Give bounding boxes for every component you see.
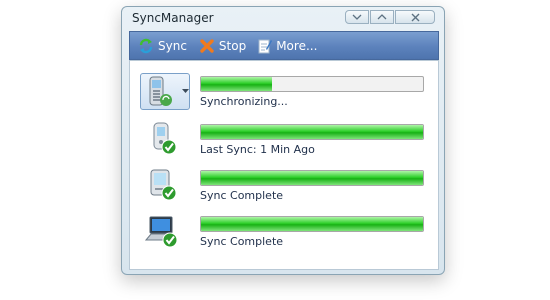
window-controls <box>344 10 435 24</box>
pda-check-icon <box>153 122 177 155</box>
chevron-up-icon <box>377 14 387 20</box>
device-row: Sync Complete <box>130 167 438 211</box>
laptop-check-icon <box>144 216 178 248</box>
device-dropdown-button[interactable] <box>140 73 190 110</box>
progress-fill <box>201 125 423 139</box>
device-row: Sync Complete <box>130 213 438 257</box>
close-button[interactable] <box>395 10 435 24</box>
progress-bar <box>200 76 424 92</box>
stop-button[interactable]: Stop <box>199 38 246 54</box>
title-bar[interactable]: SyncManager <box>122 7 444 29</box>
cellphone-sync-icon <box>149 76 172 106</box>
close-icon <box>411 13 419 21</box>
progress-bar <box>200 124 424 140</box>
window-title: SyncManager <box>132 11 214 25</box>
progress-bar <box>200 170 424 186</box>
sync-label: Sync <box>158 38 187 53</box>
device-list: Synchronizing... Last Sync: 1 Min Ago Sy… <box>129 60 439 270</box>
device-row: Synchronizing... <box>130 73 438 117</box>
maximize-button[interactable] <box>370 10 394 24</box>
stop-icon <box>200 38 214 53</box>
progress-fill <box>201 217 423 231</box>
more-button[interactable]: More... <box>258 38 317 54</box>
progress-fill <box>201 77 273 91</box>
status-text: Last Sync: 1 Min Ago <box>200 143 315 156</box>
sync-button[interactable]: Sync <box>138 38 187 54</box>
sync-icon <box>139 38 153 53</box>
toolbar: Sync Stop More... <box>129 31 439 60</box>
chevron-down-icon <box>182 89 189 93</box>
stop-label: Stop <box>218 38 247 53</box>
syncmanager-window: SyncManager Sync Stop More... Synchroniz… <box>121 6 445 275</box>
status-text: Synchronizing... <box>200 95 288 108</box>
device-row: Last Sync: 1 Min Ago <box>130 121 438 165</box>
minimize-button[interactable] <box>345 10 369 24</box>
progress-fill <box>201 171 423 185</box>
status-text: Sync Complete <box>200 235 284 248</box>
notepad-icon <box>258 39 273 53</box>
chevron-down-icon <box>352 14 362 20</box>
status-text: Sync Complete <box>200 189 284 202</box>
handheld-check-icon <box>150 169 177 201</box>
progress-bar <box>200 216 424 232</box>
more-label: More... <box>276 38 318 53</box>
